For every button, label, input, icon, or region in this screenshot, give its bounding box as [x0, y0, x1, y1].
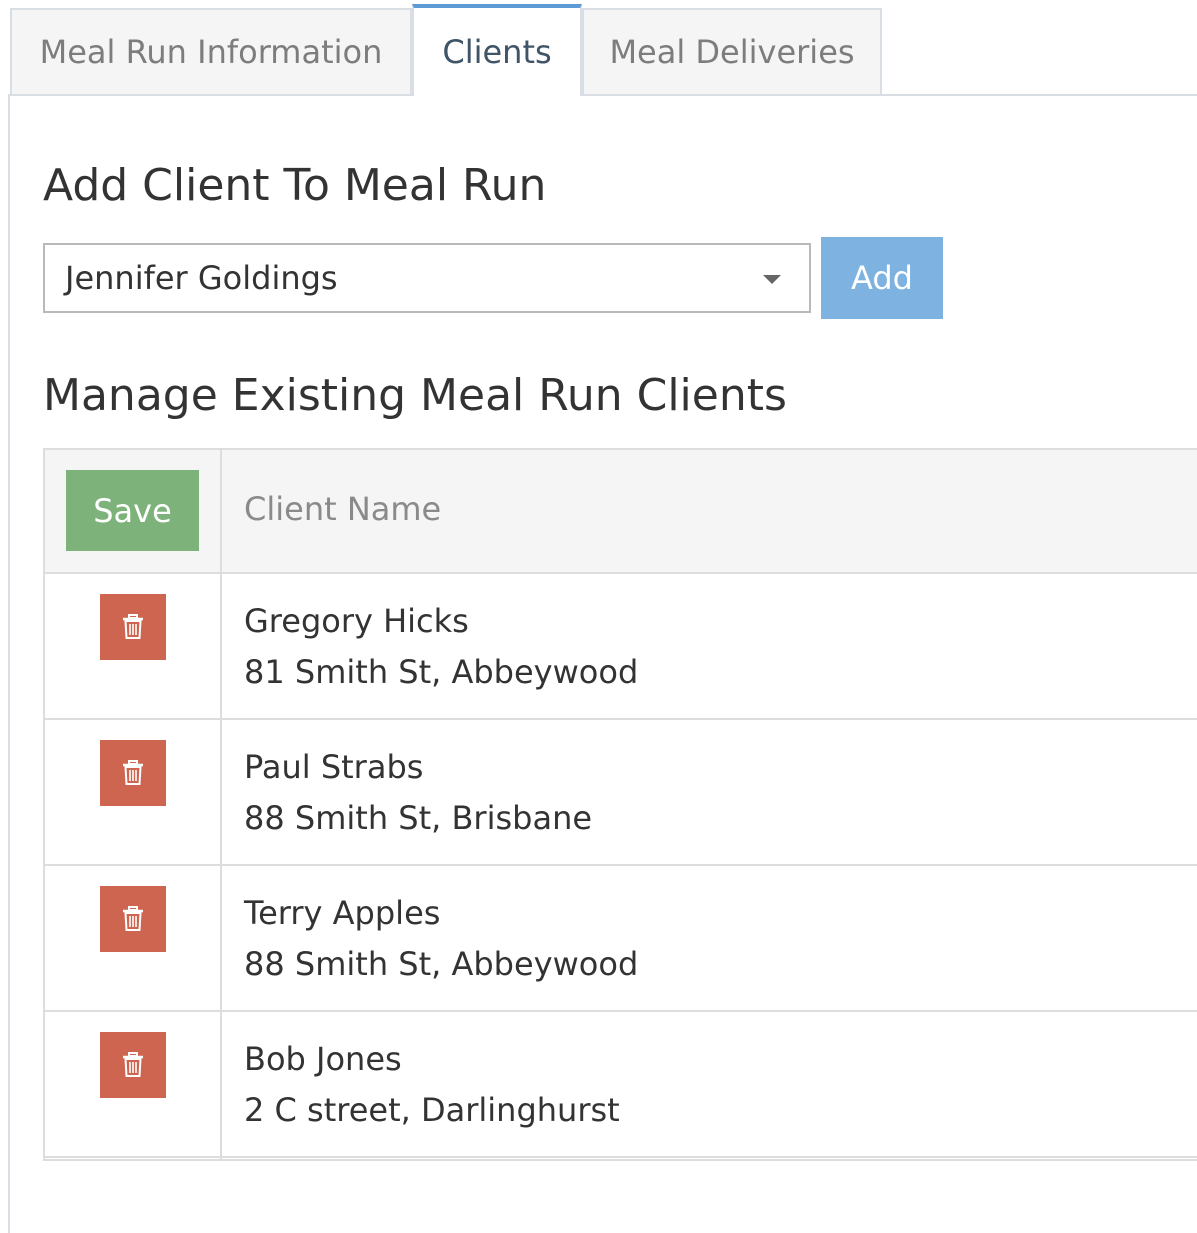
table-header: Save Client Name [45, 450, 1197, 574]
save-button[interactable]: Save [66, 470, 199, 551]
delete-client-button[interactable] [100, 1032, 166, 1098]
tab-label: Meal Run Information [39, 33, 383, 71]
client-address: 88 Smith St, Brisbane [244, 799, 593, 837]
trash-icon [123, 760, 143, 785]
tab-bar: Meal Run Information Clients Meal Delive… [10, 0, 1197, 96]
client-select-value: Jennifer Goldings [65, 259, 338, 297]
client-name: Bob Jones [244, 1040, 402, 1078]
table-row: Terry Apples 88 Smith St, Abbeywood [45, 866, 1197, 1012]
client-address: 2 C street, Darlinghurst [244, 1091, 620, 1129]
delete-client-button[interactable] [100, 886, 166, 952]
manage-clients-heading: Manage Existing Meal Run Clients [43, 370, 787, 421]
client-select[interactable]: Jennifer Goldings [43, 243, 811, 313]
clients-tab-panel: Add Client To Meal Run Jennifer Goldings… [8, 94, 1197, 1233]
tab-label: Clients [442, 33, 552, 71]
tab-label: Meal Deliveries [609, 33, 855, 71]
trash-icon [123, 614, 143, 639]
client-address: 81 Smith St, Abbeywood [244, 653, 639, 691]
delete-client-button[interactable] [100, 740, 166, 806]
column-header-client-name: Client Name [244, 490, 442, 528]
tab-meal-run-information[interactable]: Meal Run Information [10, 8, 412, 94]
trash-icon [123, 906, 143, 931]
client-name: Gregory Hicks [244, 602, 469, 640]
table-row: Bob Jones 2 C street, Darlinghurst [45, 1012, 1197, 1158]
client-name: Paul Strabs [244, 748, 424, 786]
column-divider [220, 450, 222, 1159]
delete-client-button[interactable] [100, 594, 166, 660]
tab-clients[interactable]: Clients [412, 4, 582, 96]
clients-table: Save Client Name Gregory Hicks 81 Smith … [43, 448, 1197, 1161]
table-row: Paul Strabs 88 Smith St, Brisbane [45, 720, 1197, 866]
add-client-heading: Add Client To Meal Run [43, 160, 547, 211]
client-name: Terry Apples [244, 894, 441, 932]
client-address: 88 Smith St, Abbeywood [244, 945, 639, 983]
chevron-down-icon [763, 275, 781, 284]
table-row: Gregory Hicks 81 Smith St, Abbeywood [45, 574, 1197, 720]
trash-icon [123, 1052, 143, 1077]
tab-meal-deliveries[interactable]: Meal Deliveries [582, 8, 882, 94]
add-client-button[interactable]: Add [821, 237, 943, 319]
